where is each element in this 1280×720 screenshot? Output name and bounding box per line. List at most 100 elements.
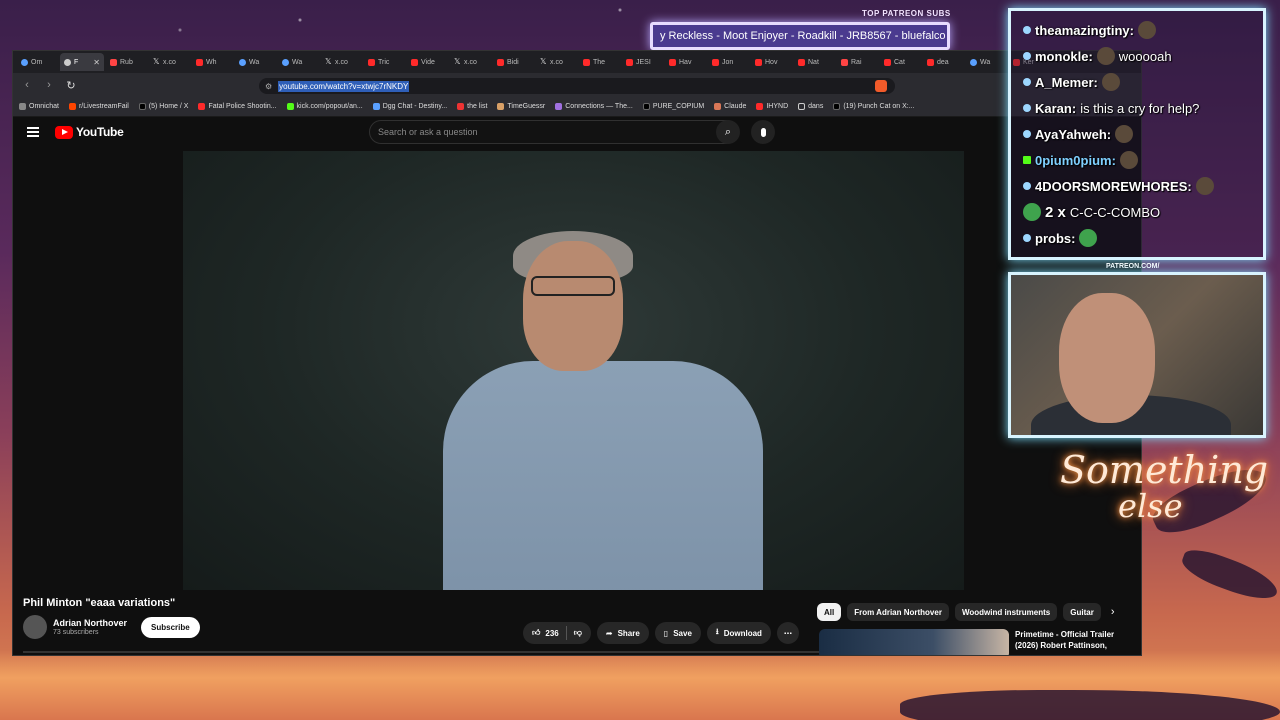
voice-search-button[interactable] (751, 120, 775, 144)
url-text[interactable]: youtube.com/watch?v=xtwjc7rNKDY (278, 80, 410, 92)
bookmark-item[interactable]: Claude (714, 103, 746, 110)
bookmark-item[interactable]: r/LivestreamFail (68, 103, 129, 110)
bookmark-item[interactable]: IHYND (756, 103, 788, 110)
video-subject-shirt (443, 361, 763, 590)
save-button[interactable]: ▯ Save (654, 622, 701, 644)
tab-favicon-icon (755, 58, 762, 66)
browser-tab[interactable]: Cat (880, 53, 921, 71)
recommended-video[interactable]: Primetime - Official Trailer (2026) Robe… (819, 629, 1125, 655)
bookmark-item[interactable]: (19) Punch Cat on X:... (833, 103, 915, 110)
browser-tab[interactable]: Wa (278, 53, 319, 71)
bookmark-item[interactable]: Dgg Chat - Destiny... (372, 103, 447, 110)
tab-favicon-icon (712, 58, 719, 66)
chip-guitar[interactable]: Guitar (1063, 603, 1101, 621)
tab-favicon-icon (411, 58, 418, 66)
recommended-thumbnail[interactable] (819, 629, 1009, 655)
close-icon[interactable]: ✕ (93, 58, 100, 67)
chat-message: A_Memer: (1023, 69, 1251, 95)
browser-tab[interactable]: Hov (751, 53, 792, 71)
bookmark-item[interactable]: Omnichat (19, 103, 59, 110)
search-placeholder: Search or ask a question (378, 127, 478, 137)
chip-woodwind[interactable]: Woodwind instruments (954, 603, 1058, 621)
bookmark-item[interactable]: PURE_COPIUM (642, 103, 704, 110)
bookmark-item[interactable]: kick.com/popout/an... (286, 103, 363, 110)
frog-emote-icon (1079, 229, 1098, 247)
x-logo-icon: 𝕏 (325, 57, 332, 66)
neon-logo: Something else (1060, 451, 1268, 525)
patreon-ticker: y Reckless - Moot Enjoyer - Roadkill - J… (650, 22, 950, 50)
chat-message: monokle: wooooah (1023, 43, 1251, 69)
x-logo-icon (138, 103, 146, 110)
more-icon: ⋯ (783, 628, 792, 638)
bookmark-item[interactable]: Fatal Police Shootin... (198, 103, 277, 110)
streamer-face (1059, 293, 1155, 423)
speaker-icon (64, 58, 71, 66)
browser-tab[interactable]: Nat (794, 53, 835, 71)
browser-tab[interactable]: Wa (235, 53, 276, 71)
tab-favicon-icon (21, 58, 28, 66)
browser-tab[interactable]: 𝕏x.co (321, 53, 362, 71)
bookmark-folder[interactable]: dans (798, 103, 823, 110)
browser-tab[interactable]: Wa (966, 53, 1007, 71)
browser-tab[interactable]: The (579, 53, 620, 71)
browser-tab[interactable]: 𝕏x.co (149, 53, 190, 71)
browser-tab[interactable]: Wh (192, 53, 233, 71)
browser-tab[interactable]: 𝕏x.co (536, 53, 577, 71)
reload-icon[interactable]: ↻ (65, 79, 77, 92)
browser-tab[interactable]: Rai (837, 53, 878, 71)
neon-logo-line2: else (1118, 487, 1183, 525)
channel-name[interactable]: Adrian Northover (53, 618, 127, 628)
chevron-right-icon[interactable]: › (1111, 606, 1115, 618)
chat-message: probs: (1023, 225, 1251, 251)
forward-icon[interactable]: › (43, 79, 55, 91)
like-count[interactable]: 236 (545, 629, 558, 638)
thumbs-down-icon[interactable]: 👎︎ (574, 628, 582, 638)
browser-tab[interactable]: 𝕏x.co (450, 53, 491, 71)
video-title: Phil Minton "eaaa variations" (23, 597, 176, 609)
subscribe-button[interactable]: Subscribe (141, 616, 200, 638)
chip-from-channel[interactable]: From Adrian Northover (847, 603, 949, 621)
more-actions-button[interactable]: ⋯ (776, 622, 799, 644)
patreon-header: TOP PATREON SUBS (862, 9, 951, 18)
kick-badge-icon (1023, 156, 1031, 164)
site-info-icon[interactable]: ⚙ (265, 82, 272, 91)
chat-message: theamazingtiny: (1023, 17, 1251, 43)
share-button[interactable]: ➦ Share (596, 622, 649, 644)
video-subject-glasses (531, 276, 615, 296)
browser-tab[interactable]: Rub (106, 53, 147, 71)
chip-all[interactable]: All (817, 603, 842, 621)
thumbs-up-icon[interactable]: 👍︎ (532, 628, 540, 638)
menu-icon[interactable] (27, 127, 39, 137)
download-icon: ⭳ (715, 627, 719, 636)
tab-favicon-icon (196, 58, 203, 66)
browser-tab[interactable]: Tric (364, 53, 405, 71)
search-icon[interactable]: ⌕ (716, 120, 740, 144)
back-icon[interactable]: ‹ (21, 79, 33, 91)
browser-tab[interactable]: Vide (407, 53, 448, 71)
emote-icon (1101, 73, 1120, 91)
search-input[interactable]: Search or ask a question ⌕ (369, 120, 740, 144)
bookmark-item[interactable]: (5) Home / X (138, 103, 188, 110)
bookmark-item[interactable]: the list (457, 103, 487, 110)
browser-tab-active[interactable]: F ✕ (60, 53, 104, 71)
like-dislike-group: 👍︎ 236 👎︎ (523, 622, 591, 644)
browser-tab[interactable]: dea (923, 53, 964, 71)
browser-tab[interactable]: Bidi (493, 53, 534, 71)
address-bar[interactable]: ⚙ youtube.com/watch?v=xtwjc7rNKDY (259, 78, 895, 94)
browser-tab[interactable]: Hav (665, 53, 706, 71)
browser-tab[interactable]: JESI (622, 53, 663, 71)
bookmark-item[interactable]: TimeGuessr (497, 103, 545, 110)
video-player[interactable] (183, 151, 964, 590)
browser-tab[interactable]: Om (17, 53, 58, 71)
tab-favicon-icon (583, 58, 590, 66)
recommended-title[interactable]: Primetime - Official Trailer (2026) Robe… (1015, 629, 1125, 655)
browser-tab[interactable]: Jon (708, 53, 749, 71)
channel-avatar[interactable] (23, 615, 47, 639)
bookmark-item[interactable]: Connections — The... (555, 103, 633, 110)
brave-shield-icon[interactable] (875, 80, 887, 92)
download-button[interactable]: ⭳ Download (706, 622, 771, 644)
chat-message: 4DOORSMOREWHORES: (1023, 173, 1251, 199)
tab-favicon-icon (798, 58, 805, 66)
subscriber-count: 73 subscribers (53, 629, 99, 636)
youtube-logo[interactable]: YouTube (55, 125, 124, 139)
